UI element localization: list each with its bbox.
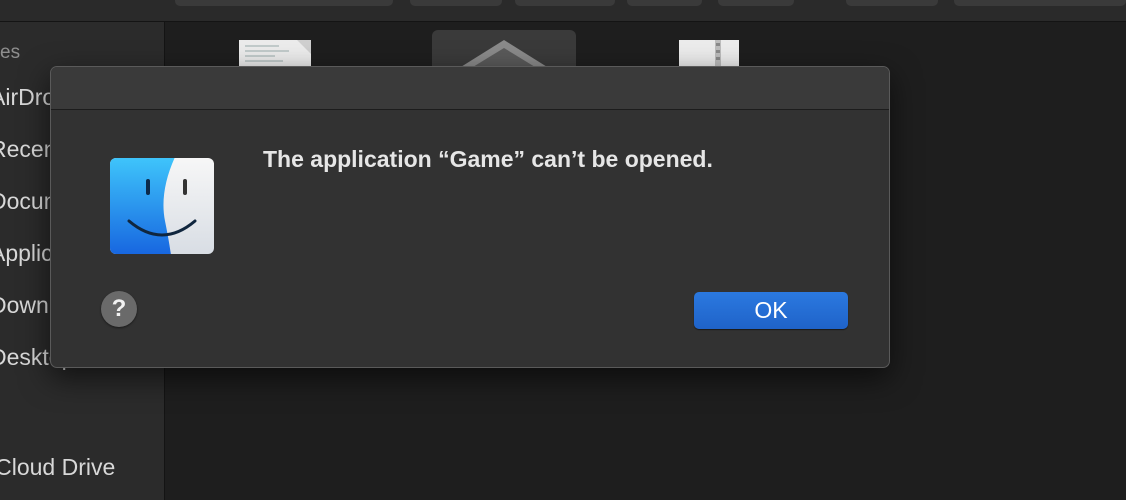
toolbar-button[interactable] (846, 0, 938, 6)
sidebar-item-label: iCloud Drive (0, 454, 116, 480)
sidebar-heading: es (0, 42, 21, 63)
dialog-titlebar (51, 67, 889, 110)
toolbar-button[interactable] (410, 0, 502, 6)
toolbar-button[interactable] (515, 0, 615, 6)
view-segmented-control[interactable] (175, 0, 393, 6)
ok-button[interactable]: OK (694, 292, 848, 329)
sidebar-item-icloud-drive[interactable]: iCloud Drive (0, 452, 164, 482)
finder-icon (109, 157, 215, 255)
finder-toolbar (0, 0, 1126, 22)
alert-message: The application “Game” can’t be opened. (263, 146, 713, 172)
toolbar-button[interactable] (627, 0, 702, 6)
screen: es AirDrop Recents Documents Application… (0, 0, 1126, 500)
help-button[interactable]: ? (101, 291, 137, 327)
alert-dialog: The application “Game” can’t be opened. … (50, 66, 890, 368)
search-field[interactable] (954, 0, 1126, 6)
toolbar-button[interactable] (718, 0, 794, 6)
